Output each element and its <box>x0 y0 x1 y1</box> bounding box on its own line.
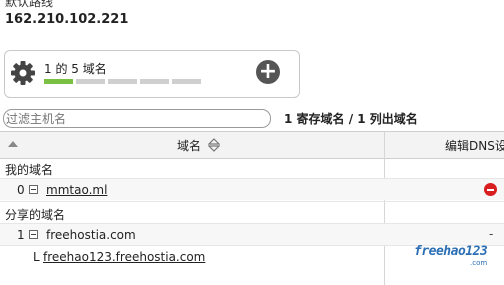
plus-icon: + <box>258 59 278 84</box>
row-index: 1 <box>17 228 25 242</box>
collapse-icon[interactable] <box>29 185 38 194</box>
usage-segment <box>172 79 201 84</box>
usage-segment <box>108 79 137 84</box>
delete-icon[interactable] <box>484 183 497 196</box>
shared-domain-name: freehostia.com <box>46 228 136 242</box>
filter-hostname-input[interactable] <box>3 109 271 128</box>
domain-usage-bar <box>44 79 201 84</box>
column-divider <box>384 131 385 285</box>
domain-link-freehao123[interactable]: freehao123.freehostia.com <box>43 250 205 264</box>
watermark-logo: freehao123 <box>414 244 488 259</box>
group-my-domains: 我的域名 <box>5 163 54 177</box>
group-shared-domains: 分享的域名 <box>5 208 66 222</box>
edit-dns-unavailable: - <box>489 227 494 241</box>
row-index: 0 <box>17 183 25 197</box>
usage-segment <box>140 79 169 84</box>
watermark-suffix: .com <box>470 259 488 267</box>
column-edit-dns[interactable]: 编辑DNS设 <box>445 137 504 154</box>
row-divider <box>0 178 504 179</box>
route-label: 默认路线 <box>5 0 54 9</box>
subdomain-prefix: L <box>33 250 40 264</box>
add-domain-button[interactable]: + <box>256 60 280 84</box>
domain-link-mmtao[interactable]: mmtao.ml <box>46 183 107 197</box>
row-divider <box>0 201 504 202</box>
usage-segment <box>44 79 73 84</box>
gear-icon[interactable] <box>10 60 36 86</box>
row-divider <box>0 223 504 224</box>
usage-segment <box>76 79 105 84</box>
column-domain[interactable]: 域名 <box>177 137 201 154</box>
sort-icon[interactable] <box>208 138 220 152</box>
domain-count-label: 1 的 5 域名 <box>44 62 107 76</box>
collapse-icon[interactable] <box>29 230 38 239</box>
domain-summary: 1 寄存域名 / 1 列出域名 <box>284 112 418 126</box>
server-ip: 162.210.102.221 <box>5 12 129 27</box>
sort-ascending-icon[interactable] <box>8 141 18 147</box>
table-header <box>0 131 504 159</box>
